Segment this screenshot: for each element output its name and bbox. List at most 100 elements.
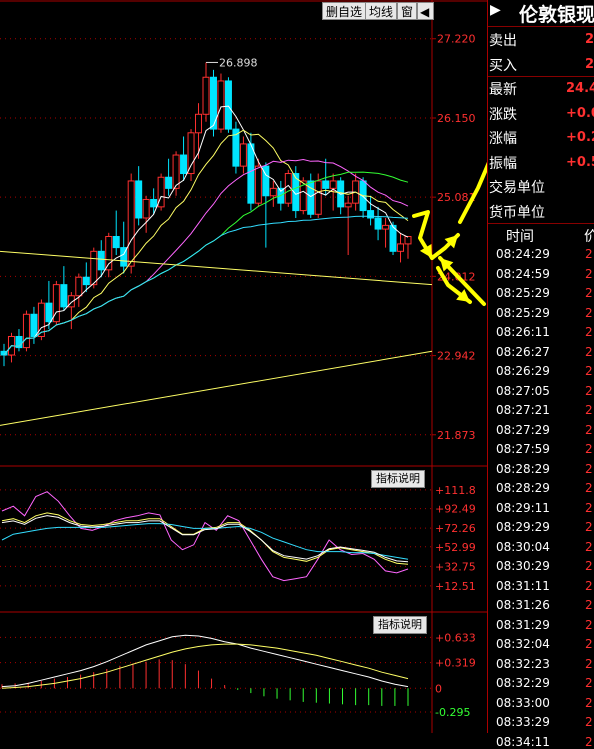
- tick-price: 2: [585, 403, 593, 417]
- candle-body: [314, 180, 322, 215]
- y-tick-label: 21.873: [437, 429, 476, 442]
- tick-time: 08:32:23: [496, 656, 550, 671]
- tick-price: 2: [585, 305, 593, 320]
- instrument-title: 伦敦银现: [519, 4, 594, 26]
- tick-time: 08:31:29: [496, 617, 550, 632]
- quote-label: 涨幅: [489, 131, 517, 147]
- tick-price: 2: [585, 461, 593, 476]
- tick-time: 08:33:00: [496, 695, 550, 710]
- quote-label: 交易单位: [489, 180, 545, 196]
- candle-body: [112, 236, 120, 249]
- tick-time: 08:28:29: [496, 481, 550, 495]
- candle-body: [247, 143, 255, 204]
- trend-line-lower: [0, 350, 433, 426]
- tick-time: 08:32:29: [496, 676, 550, 690]
- ma5-line: [3, 105, 409, 356]
- moving-average-button[interactable]: 均线: [365, 2, 398, 20]
- candle-body: [45, 302, 53, 323]
- tick-price: 2: [585, 247, 593, 261]
- tick-price: 2: [585, 520, 593, 534]
- candle-body: [90, 250, 98, 286]
- tick-price: 2: [585, 715, 593, 729]
- candle-body: [307, 180, 315, 215]
- tick-price: 2: [585, 481, 593, 495]
- tick-price: 2: [585, 676, 593, 690]
- osc-tick-label: +52.99: [435, 541, 476, 554]
- tick-time: 08:26:27: [496, 344, 550, 359]
- tick-price: 2: [585, 344, 593, 359]
- tick-header-price: 价: [584, 229, 594, 245]
- candle-body: [82, 276, 90, 286]
- osc-tick-label: +111.8: [435, 484, 476, 497]
- tick-price: 2: [585, 383, 593, 398]
- candle-body: [180, 154, 188, 175]
- osc-series-line: [1, 491, 409, 582]
- tick-time: 08:34:11: [496, 734, 550, 749]
- tick-price: 2: [585, 559, 593, 573]
- macd-tick-label: +0.633: [435, 631, 476, 644]
- osc-tick-label: +92.49: [435, 503, 476, 516]
- indicator-help-button-1[interactable]: 指标说明: [371, 470, 425, 488]
- candle-body: [97, 250, 105, 271]
- remove-watchlist-button[interactable]: 删自选: [322, 2, 367, 20]
- quote-value: 2: [585, 32, 594, 47]
- ma10-line: [3, 129, 409, 356]
- quote-label: 货币单位: [489, 204, 545, 221]
- ma30-line: [3, 171, 409, 356]
- candle-body: [344, 202, 352, 208]
- tick-price: 2: [585, 286, 593, 300]
- quote-value: 24.4: [566, 81, 594, 96]
- candle-body: [202, 76, 210, 115]
- candle-body: [187, 132, 195, 175]
- collapse-arrow-icon[interactable]: ◀: [417, 2, 434, 20]
- candle-body: [224, 80, 232, 130]
- tick-time: 08:24:29: [496, 247, 550, 261]
- high-annotation-label: 26.898: [219, 56, 258, 69]
- tick-price: 2: [585, 442, 593, 456]
- tick-time: 08:26:29: [496, 364, 550, 378]
- y-tick-label: 26.150: [437, 112, 476, 125]
- candle-body: [382, 224, 390, 230]
- candle-body: [195, 113, 203, 134]
- tick-price: 2: [585, 422, 593, 437]
- quote-label: 涨跌: [489, 106, 517, 123]
- tick-time: 08:31:26: [496, 598, 550, 612]
- candle-body: [150, 198, 158, 208]
- quote-value: +0.5: [566, 154, 594, 170]
- panel-arrow-icon[interactable]: ▶: [490, 2, 501, 18]
- tick-time: 08:27:59: [496, 442, 550, 456]
- tick-time: 08:30:29: [496, 559, 550, 573]
- indicator-help-button-2[interactable]: 指标说明: [373, 616, 427, 634]
- tick-price: 2: [585, 578, 593, 593]
- candle-body: [135, 180, 143, 219]
- tick-price: 2: [585, 364, 593, 378]
- tick-time: 08:28:29: [496, 461, 550, 476]
- tick-price: 2: [585, 598, 593, 612]
- tick-price: 2: [585, 617, 593, 632]
- macd-dea-line: [1, 643, 409, 689]
- candle-body: [254, 165, 262, 204]
- tick-price: 2: [585, 325, 593, 339]
- tick-price: 2: [585, 500, 593, 515]
- macd-tick-label: 0: [435, 682, 442, 695]
- tick-price: 2: [585, 266, 593, 281]
- macd-tick-label: -0.295: [435, 706, 470, 719]
- candle-body: [367, 210, 375, 219]
- y-tick-label: 22.942: [437, 350, 476, 363]
- tick-price: 2: [585, 734, 593, 749]
- quote-value: +0.0: [566, 105, 594, 121]
- tick-time: 08:30:04: [496, 539, 550, 554]
- y-tick-label: 27.220: [437, 33, 476, 46]
- tick-price: 2: [585, 656, 593, 671]
- candle-body: [127, 180, 135, 267]
- tick-time: 08:24:59: [496, 266, 550, 281]
- window-button[interactable]: 窗: [397, 2, 418, 20]
- macd-tick-label: +0.319: [435, 657, 476, 670]
- tick-price: 2: [585, 539, 593, 554]
- trend-line-upper: [0, 250, 433, 286]
- tick-time: 08:29:11: [496, 500, 550, 515]
- candle-body: [75, 276, 83, 297]
- tick-header-time: 时间: [506, 229, 534, 245]
- quote-value: 2: [585, 56, 594, 72]
- tick-time: 08:27:21: [496, 403, 550, 417]
